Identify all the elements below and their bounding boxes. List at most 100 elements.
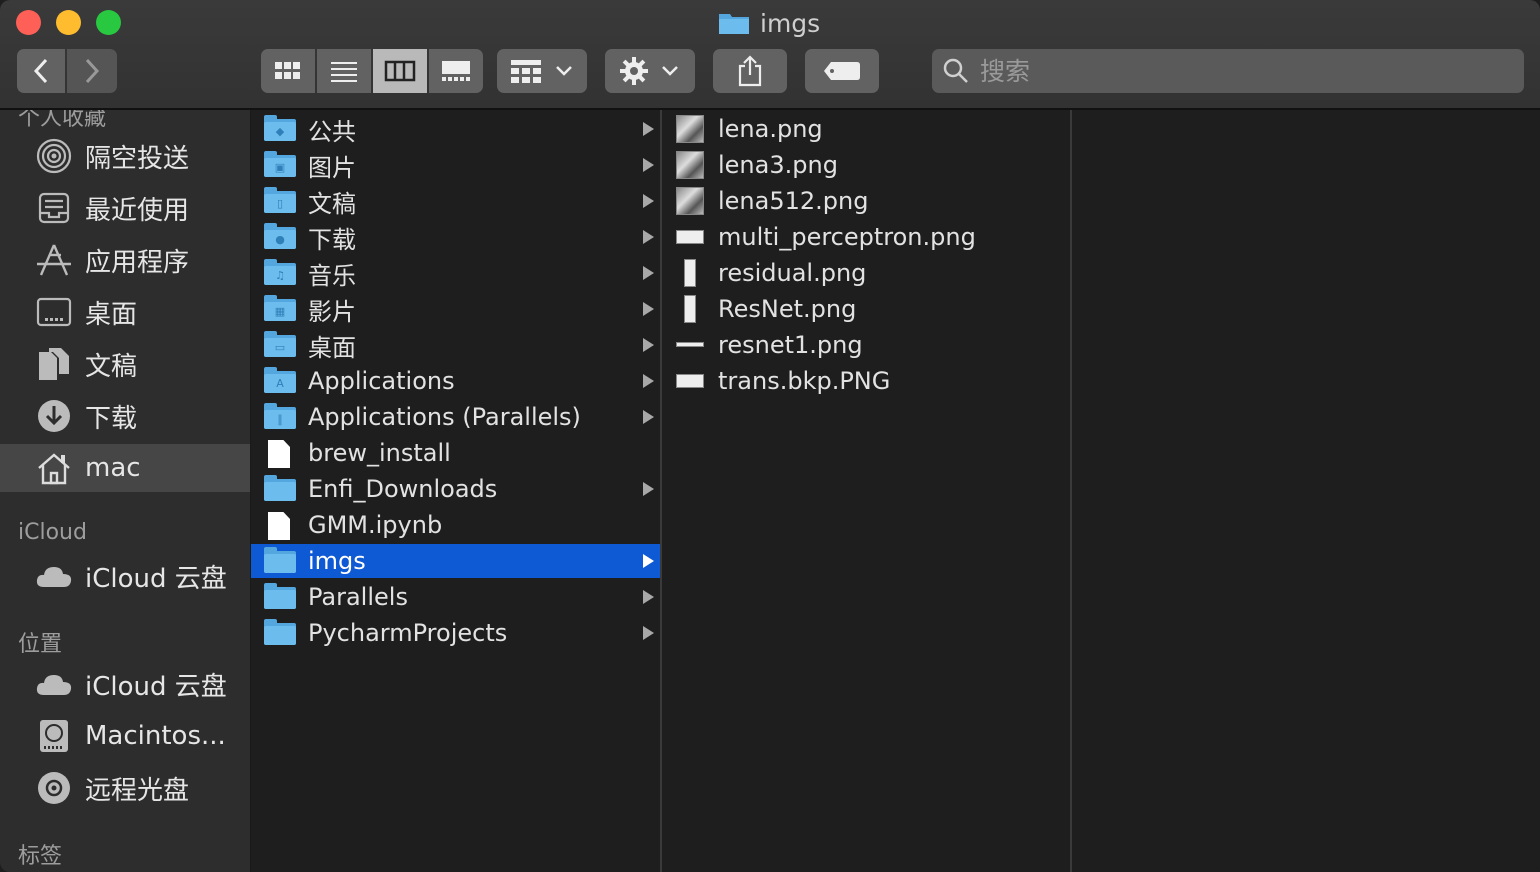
image-thumbnail-icon	[676, 331, 704, 359]
group-by-button[interactable]	[497, 49, 587, 93]
column1-item-label: 影片	[308, 297, 356, 326]
sidebar-item-label: 桌面	[85, 299, 138, 330]
sidebar-section-favorites: 个人收藏	[18, 110, 107, 131]
action-menu-button[interactable]	[605, 49, 695, 93]
gallery-view-button[interactable]	[429, 49, 483, 93]
cloud-icon	[35, 665, 73, 703]
column1-item-label: 桌面	[308, 333, 356, 362]
column1-item[interactable]: ● 下载	[251, 220, 660, 254]
sidebar-item-applications[interactable]: 应用程序	[0, 236, 250, 284]
column2-item[interactable]: lena.png	[662, 112, 1070, 146]
column1-item[interactable]: Parallels	[251, 580, 660, 614]
sidebar-item-home[interactable]: mac	[0, 444, 250, 492]
disclosure-arrow-icon	[643, 338, 654, 352]
column2-item-label: lena.png	[718, 115, 823, 143]
close-window-button[interactable]	[16, 10, 41, 35]
column1-item[interactable]: imgs	[251, 544, 660, 578]
folder-icon: A	[264, 367, 296, 394]
downloads-icon	[35, 397, 73, 435]
home-icon	[35, 449, 73, 487]
list-view-button[interactable]	[317, 49, 371, 93]
hard-drive-icon	[35, 717, 73, 755]
file-icon	[264, 512, 296, 540]
column1-item[interactable]: ▣ 图片	[251, 148, 660, 182]
file-icon	[264, 440, 296, 468]
column1-item[interactable]: ▯ 文稿	[251, 184, 660, 218]
column1-item[interactable]: GMM.ipynb	[251, 508, 660, 542]
column2-item[interactable]: multi_perceptron.png	[662, 220, 1070, 254]
airdrop-icon	[35, 137, 73, 175]
column1-item[interactable]: brew_install	[251, 436, 660, 470]
column2-item-label: lena3.png	[718, 151, 838, 179]
column1-item-label: 音乐	[308, 261, 356, 290]
tags-button[interactable]	[805, 49, 879, 93]
back-button[interactable]	[17, 49, 65, 93]
chevron-down-icon	[662, 66, 678, 76]
tag-icon	[824, 62, 860, 80]
sidebar-item-downloads[interactable]: 下载	[0, 392, 250, 440]
sidebar-item-desktop[interactable]: 桌面	[0, 288, 250, 336]
sidebar-section-locations: 位置	[18, 632, 63, 657]
column-imgs: lena.png lena3.png lena512.png multi_percep…	[662, 110, 1072, 872]
folder-icon: ◆	[264, 115, 296, 142]
column1-item[interactable]: ▭ 桌面	[251, 328, 660, 362]
column2-item[interactable]: residual.png	[662, 256, 1070, 290]
finder-window: imgs 搜索 个人收藏 隔空投送 最近使用 应用程序 桌面 文稿 下载 mac…	[0, 0, 1540, 872]
column-view-button[interactable]	[373, 49, 427, 93]
column1-item[interactable]: ∥ Applications (Parallels)	[251, 400, 660, 434]
column2-item[interactable]: lena3.png	[662, 148, 1070, 182]
image-thumbnail-icon	[676, 259, 704, 287]
search-field[interactable]	[932, 49, 1524, 93]
column1-item[interactable]: PycharmProjects	[251, 616, 660, 650]
column1-item[interactable]: A Applications	[251, 364, 660, 398]
folder-icon: ∥	[264, 403, 296, 430]
sidebar-item-label: Macintos...	[85, 721, 226, 751]
toolbar: imgs	[0, 0, 1540, 110]
image-thumbnail-icon	[676, 187, 704, 215]
sidebar-item-label: iCloud 云盘	[85, 671, 227, 702]
gallery-icon	[442, 61, 470, 81]
gear-icon	[620, 57, 648, 85]
sidebar-item-airdrop[interactable]: 隔空投送	[0, 132, 250, 180]
forward-button[interactable]	[67, 49, 117, 93]
disclosure-arrow-icon	[643, 374, 654, 388]
icon-view-button[interactable]	[261, 49, 315, 93]
columns-icon	[384, 60, 416, 82]
disclosure-arrow-icon	[643, 554, 654, 568]
column2-item[interactable]: resnet1.png	[662, 328, 1070, 362]
disclosure-arrow-icon	[643, 302, 654, 316]
column2-item[interactable]: trans.bkp.PNG	[662, 364, 1070, 398]
column1-item[interactable]: ♫ 音乐	[251, 256, 660, 290]
share-button[interactable]	[713, 49, 787, 93]
column1-item-label: Parallels	[308, 583, 408, 611]
minimize-window-button[interactable]	[56, 10, 81, 35]
folder-icon: ▯	[264, 187, 296, 214]
sidebar-item-recents[interactable]: 最近使用	[0, 184, 250, 232]
column1-item-label: 下载	[308, 225, 356, 254]
column2-item[interactable]: lena512.png	[662, 184, 1070, 218]
column-home: ◆ 公共 ▣ 图片 ▯ 文稿 ● 下载 ♫ 音乐 ▦ 影片 ▭ 桌面 A Applications ∥ Appli…	[251, 110, 662, 872]
zoom-window-button[interactable]	[96, 10, 121, 35]
column1-item[interactable]: Enfi_Downloads	[251, 472, 660, 506]
column1-item-label: 公共	[308, 117, 356, 146]
column2-item-label: trans.bkp.PNG	[718, 367, 891, 395]
folder-icon: ▦	[264, 295, 296, 322]
desktop-icon	[35, 293, 73, 331]
group-grid-icon	[511, 60, 541, 83]
column2-item[interactable]: ResNet.png	[662, 292, 1070, 326]
sidebar-item-macintosh-hd[interactable]: Macintos...	[0, 712, 250, 760]
column-preview-empty	[1072, 110, 1540, 872]
sidebar-item-documents[interactable]: 文稿	[0, 340, 250, 388]
column1-item[interactable]: ▦ 影片	[251, 292, 660, 326]
disclosure-arrow-icon	[643, 410, 654, 424]
sidebar-item-label: 远程光盘	[85, 775, 190, 806]
sidebar-item-icloud-drive-location[interactable]: iCloud 云盘	[0, 660, 250, 708]
sidebar-item-label: 文稿	[85, 351, 138, 382]
sidebar-item-icloud-drive[interactable]: iCloud 云盘	[0, 552, 250, 600]
sidebar-item-remote-disc[interactable]: 远程光盘	[0, 764, 250, 812]
sidebar-item-label: mac	[85, 453, 141, 483]
search-input[interactable]	[978, 55, 1482, 87]
column1-item[interactable]: ◆ 公共	[251, 112, 660, 146]
applications-icon	[35, 241, 73, 279]
folder-icon	[718, 11, 750, 35]
